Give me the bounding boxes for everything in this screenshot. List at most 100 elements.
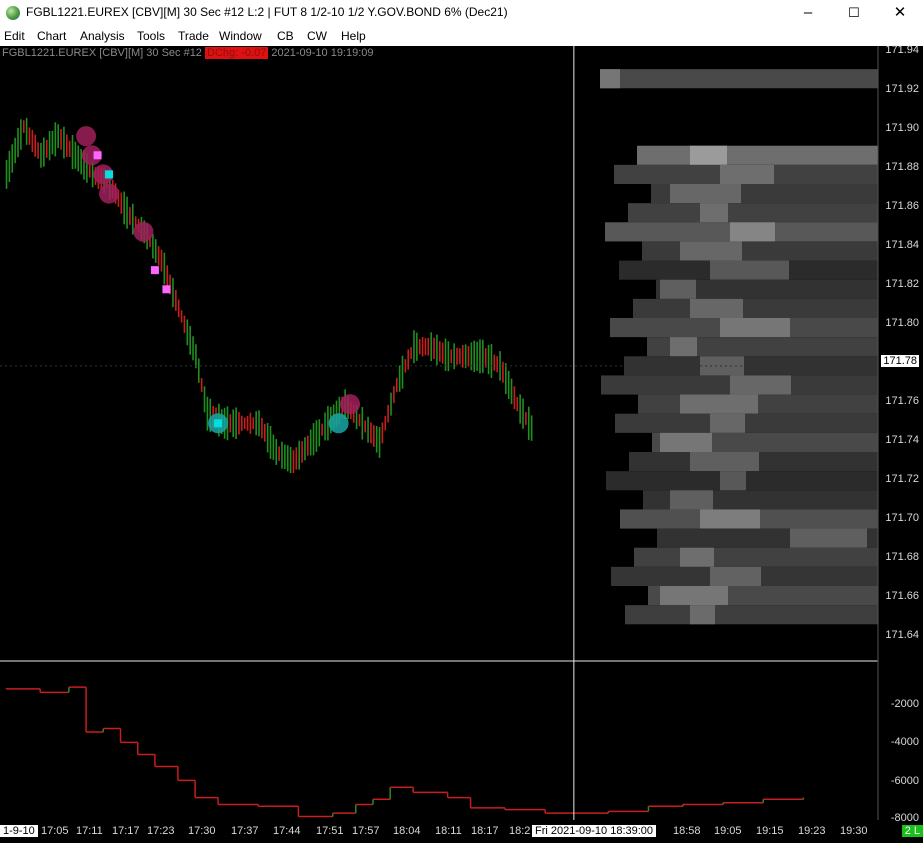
price-bar	[163, 252, 166, 285]
chart-info: FGBL1221.EUREX [CBV][M] 30 Sec #12 DChg:…	[2, 47, 374, 59]
time-label: 18:2	[509, 825, 531, 837]
menu-help[interactable]: Help	[341, 29, 366, 43]
price-bar	[292, 450, 295, 473]
menu-analysis[interactable]: Analysis	[80, 29, 125, 43]
price-label: 171.94	[885, 44, 919, 56]
price-bar	[45, 139, 48, 158]
signal-bubble	[133, 221, 154, 242]
price-bar	[57, 124, 59, 149]
price-bar	[453, 343, 455, 370]
price-label: 171.82	[885, 278, 919, 290]
price-bar	[413, 330, 415, 364]
price-bar	[295, 447, 298, 470]
price-bar	[482, 339, 484, 373]
price-bar	[25, 117, 28, 145]
time-label: 18:58	[673, 825, 701, 837]
price-bar	[281, 441, 283, 469]
price-bar	[421, 337, 424, 357]
price-bar	[373, 425, 375, 447]
price-bar	[54, 122, 57, 157]
price-bar	[504, 363, 507, 395]
time-label: 17:57	[352, 825, 380, 837]
price-bar	[464, 344, 467, 369]
magenta-marker	[162, 285, 171, 294]
price-bar	[68, 140, 71, 158]
price-bar	[40, 142, 42, 168]
price-bar	[461, 344, 464, 368]
price-bar	[289, 446, 292, 474]
time-label: 18:17	[471, 825, 499, 837]
price-label: 171.76	[885, 395, 919, 407]
price-bar	[416, 332, 418, 361]
price-bar	[195, 344, 197, 369]
time-label: 17:17	[112, 825, 140, 837]
price-bar	[120, 192, 123, 214]
heatmap-cell	[670, 490, 713, 510]
heatmap-cell	[710, 566, 761, 586]
heatmap-cell	[700, 509, 760, 529]
heatmap-cell	[710, 413, 745, 433]
price-bar	[407, 349, 410, 370]
menu-cw[interactable]: CW	[307, 29, 327, 43]
signal-bubble	[76, 126, 97, 147]
price-bar	[496, 356, 498, 373]
heatmap-cell	[670, 337, 697, 357]
price-bar	[197, 358, 200, 383]
close-button[interactable]: ✕	[877, 0, 923, 26]
heatmap-cell	[625, 605, 878, 625]
heatmap-cell	[690, 298, 743, 318]
indicator-label: -4000	[890, 736, 919, 748]
price-bar	[241, 415, 243, 431]
price-bar	[522, 398, 524, 429]
price-bar	[232, 409, 235, 438]
price-bar	[430, 332, 432, 362]
price-bar	[154, 239, 157, 263]
price-bar	[272, 434, 275, 460]
time-label: 19:15	[756, 825, 784, 837]
price-bar	[410, 347, 412, 359]
price-bar	[258, 410, 260, 437]
price-bar	[235, 407, 237, 440]
minimize-button[interactable]: –	[785, 0, 831, 26]
heatmap-cell	[710, 260, 789, 280]
time-label: 19:23	[798, 825, 826, 837]
heatmap-cell	[634, 547, 878, 567]
price-bar	[123, 191, 125, 225]
menu-window[interactable]: Window	[219, 29, 262, 43]
price-bar	[441, 342, 444, 364]
signal-bubble	[99, 183, 120, 204]
time-label: 17:05	[41, 825, 69, 837]
price-bar	[48, 131, 51, 161]
menu-cb[interactable]: CB	[277, 29, 294, 43]
price-bar	[309, 429, 312, 456]
time-label: 17:23	[147, 825, 175, 837]
price-bar	[327, 406, 329, 441]
price-label: 171.68	[885, 551, 919, 563]
price-bar	[22, 120, 25, 133]
menu-edit[interactable]: Edit	[4, 29, 25, 43]
price-chart[interactable]	[0, 46, 923, 843]
window-title: FGBL1221.EUREX [CBV][M] 30 Sec #12 L:2 |…	[26, 5, 508, 19]
price-bar	[157, 246, 160, 266]
price-bar	[370, 422, 372, 444]
price-bar	[364, 420, 366, 433]
menu-trade[interactable]: Trade	[178, 29, 209, 43]
price-bar	[31, 129, 34, 152]
price-bar	[37, 142, 39, 159]
maximize-button[interactable]: ☐	[831, 0, 877, 26]
price-bar	[358, 413, 361, 427]
menu-tools[interactable]: Tools	[137, 29, 165, 43]
price-bar	[467, 345, 470, 367]
heatmap-cell	[633, 298, 878, 318]
price-bar	[192, 336, 194, 361]
heatmap-cell	[680, 241, 742, 261]
price-bar	[252, 417, 255, 430]
menu-chart[interactable]: Chart	[37, 29, 66, 43]
heatmap-cell	[660, 586, 728, 606]
price-bar	[243, 417, 246, 430]
price-bar	[126, 196, 128, 229]
price-bar	[519, 394, 521, 424]
price-bar	[91, 161, 94, 188]
heatmap-cell	[690, 605, 715, 625]
price-bar	[88, 164, 91, 178]
